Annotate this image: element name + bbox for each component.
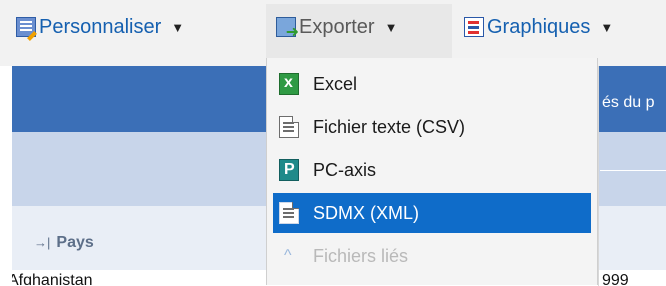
chevron-down-icon: ▼ [171,19,185,35]
chevron-down-icon: ▼ [600,19,614,35]
export-label: Exporter [299,15,375,38]
column-divider [598,66,599,286]
excel-icon [279,73,299,95]
menu-item-label: Fichiers liés [313,245,409,266]
menu-item-linked-files: Fichiers liés [273,236,591,276]
menu-item-label: Excel [313,73,358,94]
chart-icon [464,17,484,37]
chevron-down-icon: ▼ [384,19,398,35]
pivot-arrow-icon: →| [34,235,51,250]
menu-item-csv[interactable]: Fichier texte (CSV) [273,107,591,147]
menu-item-label: SDMX (XML) [313,202,420,223]
menu-item-sdmx[interactable]: SDMX (XML) [273,193,591,233]
menu-item-label: Fichier texte (CSV) [313,116,466,137]
pays-label: →| Pays [34,234,94,252]
export-button[interactable]: Exporter ▼ [276,14,398,42]
menu-item-label: PC-axis [313,159,377,180]
charts-label: Graphiques [487,15,591,38]
row-label: Afghanistan [12,272,93,285]
charts-button[interactable]: Graphiques ▼ [464,14,613,40]
pc-axis-icon [279,159,299,181]
chevron-up-icon [279,245,299,267]
menu-item-pc-axis[interactable]: PC-axis [273,150,591,190]
toolbar: Personnaliser ▼ Exporter ▼ Graphiques ▼ [0,0,666,66]
document-icon [279,202,299,224]
document-icon [279,116,299,138]
row-value: 999 [602,272,629,285]
menu-item-excel[interactable]: Excel [273,64,591,104]
export-icon [276,17,299,42]
customize-button[interactable]: Personnaliser ▼ [16,14,184,40]
column-header-fragment: és du p [602,94,655,111]
customize-icon [16,17,36,37]
customize-label: Personnaliser [39,15,162,38]
pays-text: Pays [56,234,94,251]
export-dropdown-menu: Excel Fichier texte (CSV) PC-axis SDMX (… [266,58,598,285]
